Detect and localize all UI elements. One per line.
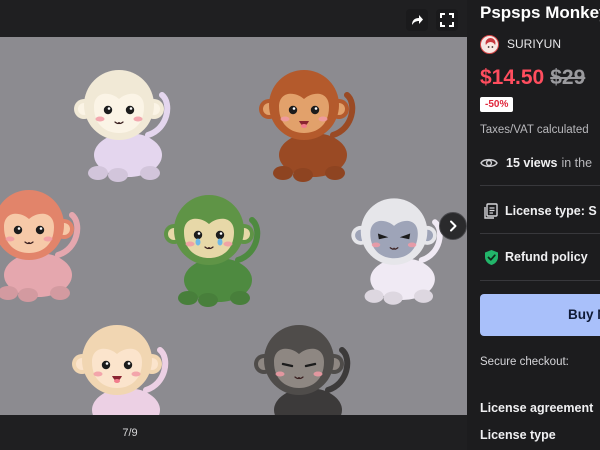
fullscreen-button[interactable] [436,9,458,31]
green-monkey [164,195,261,307]
refund-policy-row[interactable]: Refund policy [484,247,588,267]
share-button[interactable] [406,9,428,31]
sale-price: $14.50 [480,66,545,89]
image-gallery: 7/9 [0,0,467,450]
chevron-right-icon [450,220,457,232]
peach-monkey [72,325,169,415]
product-page: 7/9 Pspsps Monkey SURIYUN $14.50 $29 -50%… [0,0,600,450]
taxes-note: Taxes/VAT calculated [480,124,589,136]
license-agreement-link[interactable]: License agreement [480,401,593,415]
secure-checkout-label: Secure checkout: [480,356,569,368]
buy-now-label: Buy N [568,307,600,322]
author-link[interactable]: SURIYUN [480,34,561,54]
gallery-image[interactable] [0,37,467,415]
salmon-monkey [0,190,81,302]
gallery-top-bar [0,0,467,37]
license-type-link[interactable]: License type [480,428,556,442]
original-price: $29 [550,66,586,89]
price-row: $14.50 $29 [480,66,585,90]
brown-monkey [259,70,356,182]
avatar-icon [485,37,496,52]
license-type-label: License type: S [505,204,597,218]
buy-now-button[interactable]: Buy N [480,294,600,336]
dark-monkey [254,325,351,415]
divider [480,185,600,186]
author-avatar [480,34,499,54]
cream-monkey [74,70,171,182]
discount-badge: -50% [480,97,514,112]
gray-monkey [351,198,443,305]
license-type-row[interactable]: License type: S [484,201,597,221]
refund-policy-label: Refund policy [505,250,588,264]
divider [480,280,600,281]
eye-icon [480,158,498,168]
views-suffix: in the [561,156,593,170]
product-details: Pspsps Monkey SURIYUN $14.50 $29 -50% Tax… [467,0,600,450]
share-icon [412,15,423,25]
gallery-bottom-bar [0,415,467,450]
author-name: SURIYUN [507,37,562,51]
image-counter: 7/9 [122,427,138,439]
shield-check-icon [485,249,498,265]
document-icon [484,203,498,219]
product-title: Pspsps Monkey [480,3,600,22]
next-image-button[interactable] [439,212,467,240]
monkey-collection-image [0,70,443,415]
divider [480,233,600,234]
views-count: 15 views [506,156,558,170]
fullscreen-icon [440,13,454,27]
views-row: 15 views in the [480,154,592,172]
